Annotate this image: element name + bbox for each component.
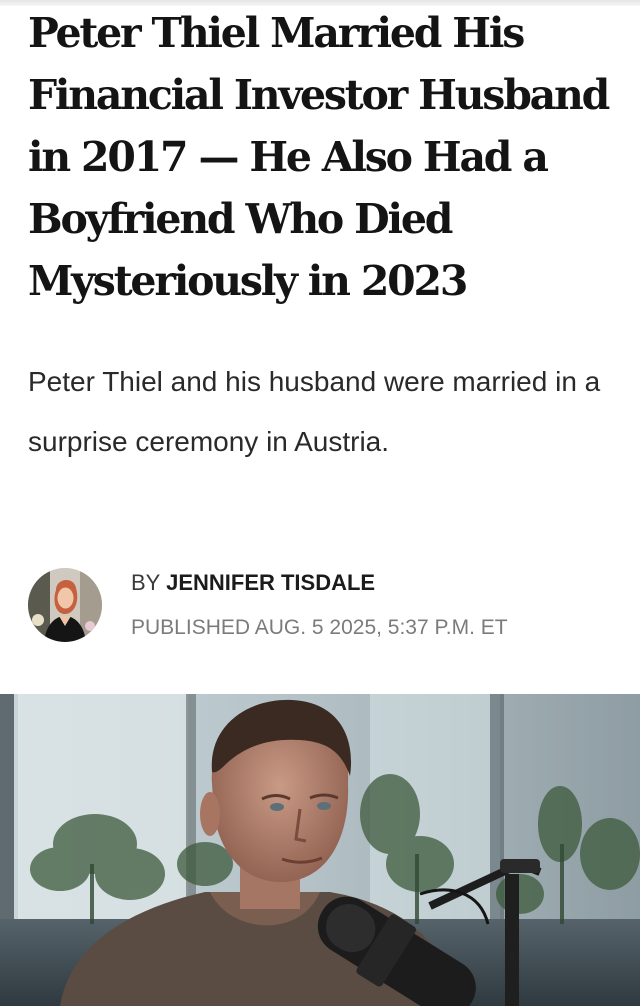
article-dek: Peter Thiel and his husband were married… <box>28 366 601 457</box>
article-headline: Peter Thiel Married His Financial Invest… <box>28 9 610 305</box>
author-line: BY JENNIFER TISDALE <box>131 568 375 598</box>
byline: BY JENNIFER TISDALE PUBLISHED AUG. 5 202… <box>28 566 618 646</box>
author-avatar[interactable] <box>28 568 102 642</box>
author-name-link[interactable]: JENNIFER TISDALE <box>166 570 375 595</box>
hero-image[interactable] <box>0 694 640 1006</box>
published-date: PUBLISHED AUG. 5 2025, 5:37 P.M. ET <box>131 616 508 639</box>
byline-prefix: BY <box>131 570 160 595</box>
author-avatar-photo <box>28 568 102 642</box>
hero-photo <box>0 694 640 1006</box>
